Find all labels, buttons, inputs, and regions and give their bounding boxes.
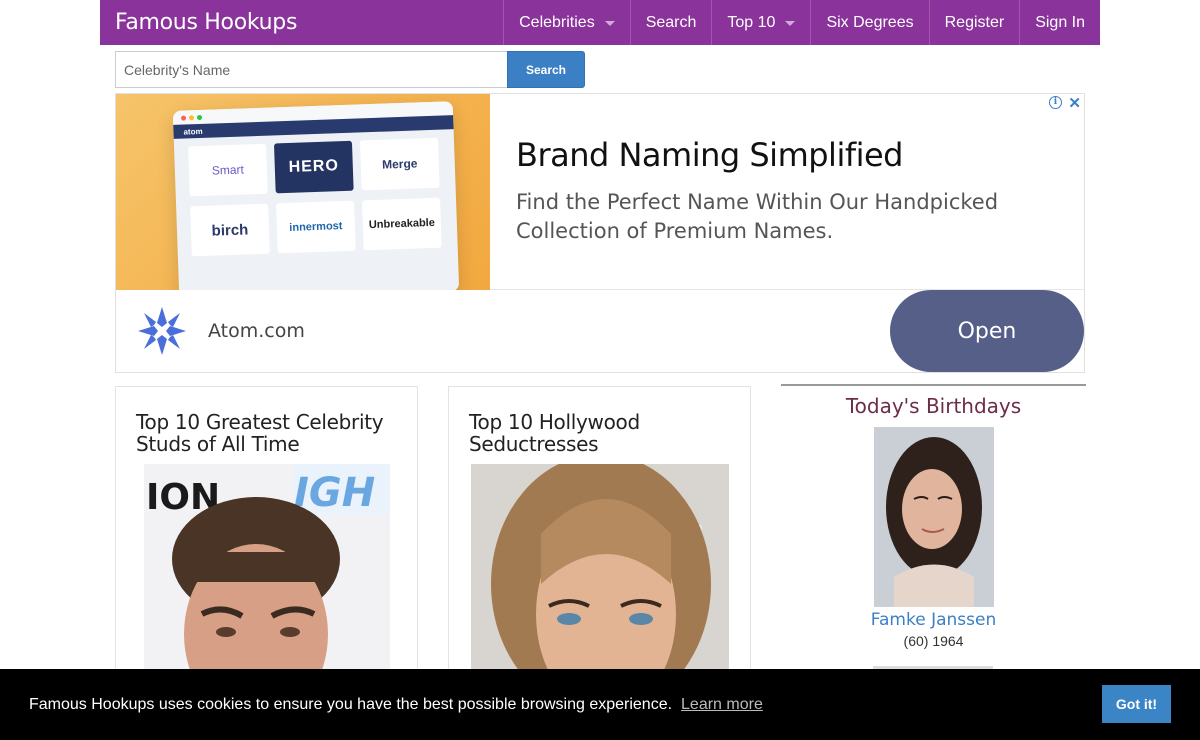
ad-image[interactable]: atom Smart HERO Merge birch innermost Un… xyxy=(116,94,490,290)
name-tile: Smart xyxy=(188,143,268,197)
ad-mock-browser: atom Smart HERO Merge birch innermost Un… xyxy=(172,101,460,290)
nav-label-sign-in: Sign In xyxy=(1035,13,1085,31)
window-dot-icon xyxy=(188,114,195,120)
ad-top-section: atom Smart HERO Merge birch innermost Un… xyxy=(116,94,1084,290)
birthday-age: (60) 1964 xyxy=(903,633,964,649)
card-photo[interactable]: e 01 xyxy=(471,464,729,685)
nav-item-register[interactable]: Register xyxy=(928,0,1020,45)
accept-cookies-button[interactable]: Got it! xyxy=(1102,685,1171,723)
nav-item-six-degrees[interactable]: Six Degrees xyxy=(810,0,928,45)
nav-label-top10: Top 10 xyxy=(727,13,776,31)
nav-item-top10[interactable]: Top 10 xyxy=(711,0,810,45)
sidebar-divider xyxy=(781,384,1086,386)
sidebar-title: Today's Birthdays xyxy=(845,394,1022,418)
atom-logo-icon xyxy=(138,307,186,355)
search-form: Search xyxy=(115,51,585,88)
nav-label-celebrities: Celebrities xyxy=(519,13,595,31)
celebrity-photo: ION IGH xyxy=(144,464,390,685)
navbar: Famous Hookups Celebrities Search Top 10… xyxy=(100,0,1100,45)
chevron-down-icon xyxy=(604,21,615,26)
cookie-message: Famous Hookups uses cookies to ensure yo… xyxy=(29,695,673,713)
ad-headline[interactable]: Brand Naming Simplified xyxy=(516,136,1084,174)
birthdays-sidebar: Today's Birthdays Famke Janssen (60) 196… xyxy=(781,384,1086,676)
name-tile: HERO xyxy=(273,140,354,194)
cookie-consent-bar: Famous Hookups uses cookies to ensure yo… xyxy=(0,669,1200,740)
card-photo[interactable]: ION IGH xyxy=(144,464,390,685)
card-title[interactable]: Top 10 Hollywood Seductresses xyxy=(449,387,750,455)
birthday-photo[interactable] xyxy=(873,427,994,607)
site-brand[interactable]: Famous Hookups xyxy=(100,10,503,35)
ad-footer: Atom.com Open xyxy=(116,290,1084,372)
birthday-name-link[interactable]: Famke Janssen xyxy=(781,610,1086,630)
name-tile: Merge xyxy=(359,137,440,191)
top10-card-studs[interactable]: Top 10 Greatest Celebrity Studs of All T… xyxy=(115,386,418,686)
top10-card-seductresses[interactable]: Top 10 Hollywood Seductresses e 01 xyxy=(448,386,751,686)
close-icon[interactable]: ✕ xyxy=(1068,94,1081,112)
window-dot-icon xyxy=(180,114,187,121)
name-tile: birch xyxy=(190,203,270,257)
celebrity-photo xyxy=(873,427,994,607)
nav-menu: Celebrities Search Top 10 Six Degrees Re… xyxy=(503,0,1100,45)
svg-text:IGH: IGH xyxy=(294,470,375,516)
ad-copy[interactable]: Brand Naming Simplified Find the Perfect… xyxy=(490,94,1084,289)
card-title[interactable]: Top 10 Greatest Celebrity Studs of All T… xyxy=(116,387,417,455)
nav-label-search: Search xyxy=(645,13,697,31)
learn-more-link[interactable]: Learn more xyxy=(681,696,763,714)
ad-body-text: Find the Perfect Name Within Our Handpic… xyxy=(516,190,999,243)
name-tile: innermost xyxy=(276,200,356,254)
advertisement[interactable]: atom Smart HERO Merge birch innermost Un… xyxy=(115,93,1085,373)
nav-label-six-degrees: Six Degrees xyxy=(826,13,914,31)
info-icon[interactable]: i xyxy=(1049,96,1062,109)
ad-name-tiles: Smart HERO Merge birch innermost Unbreak… xyxy=(188,137,442,257)
celebrity-search-input[interactable] xyxy=(115,51,507,88)
mock-logo: atom xyxy=(183,126,203,137)
window-dot-icon xyxy=(196,114,203,120)
search-button[interactable]: Search xyxy=(507,51,585,88)
page: Famous Hookups Celebrities Search Top 10… xyxy=(0,0,1200,740)
nav-item-celebrities[interactable]: Celebrities xyxy=(503,0,630,45)
nav-item-sign-in[interactable]: Sign In xyxy=(1019,0,1100,45)
chevron-down-icon xyxy=(785,21,796,26)
nav-label-register: Register xyxy=(944,13,1005,31)
nav-item-search[interactable]: Search xyxy=(629,0,712,45)
ad-open-button[interactable]: Open xyxy=(890,290,1084,372)
celebrity-photo: e 01 xyxy=(471,464,729,685)
name-tile: Unbreakable xyxy=(362,197,442,251)
